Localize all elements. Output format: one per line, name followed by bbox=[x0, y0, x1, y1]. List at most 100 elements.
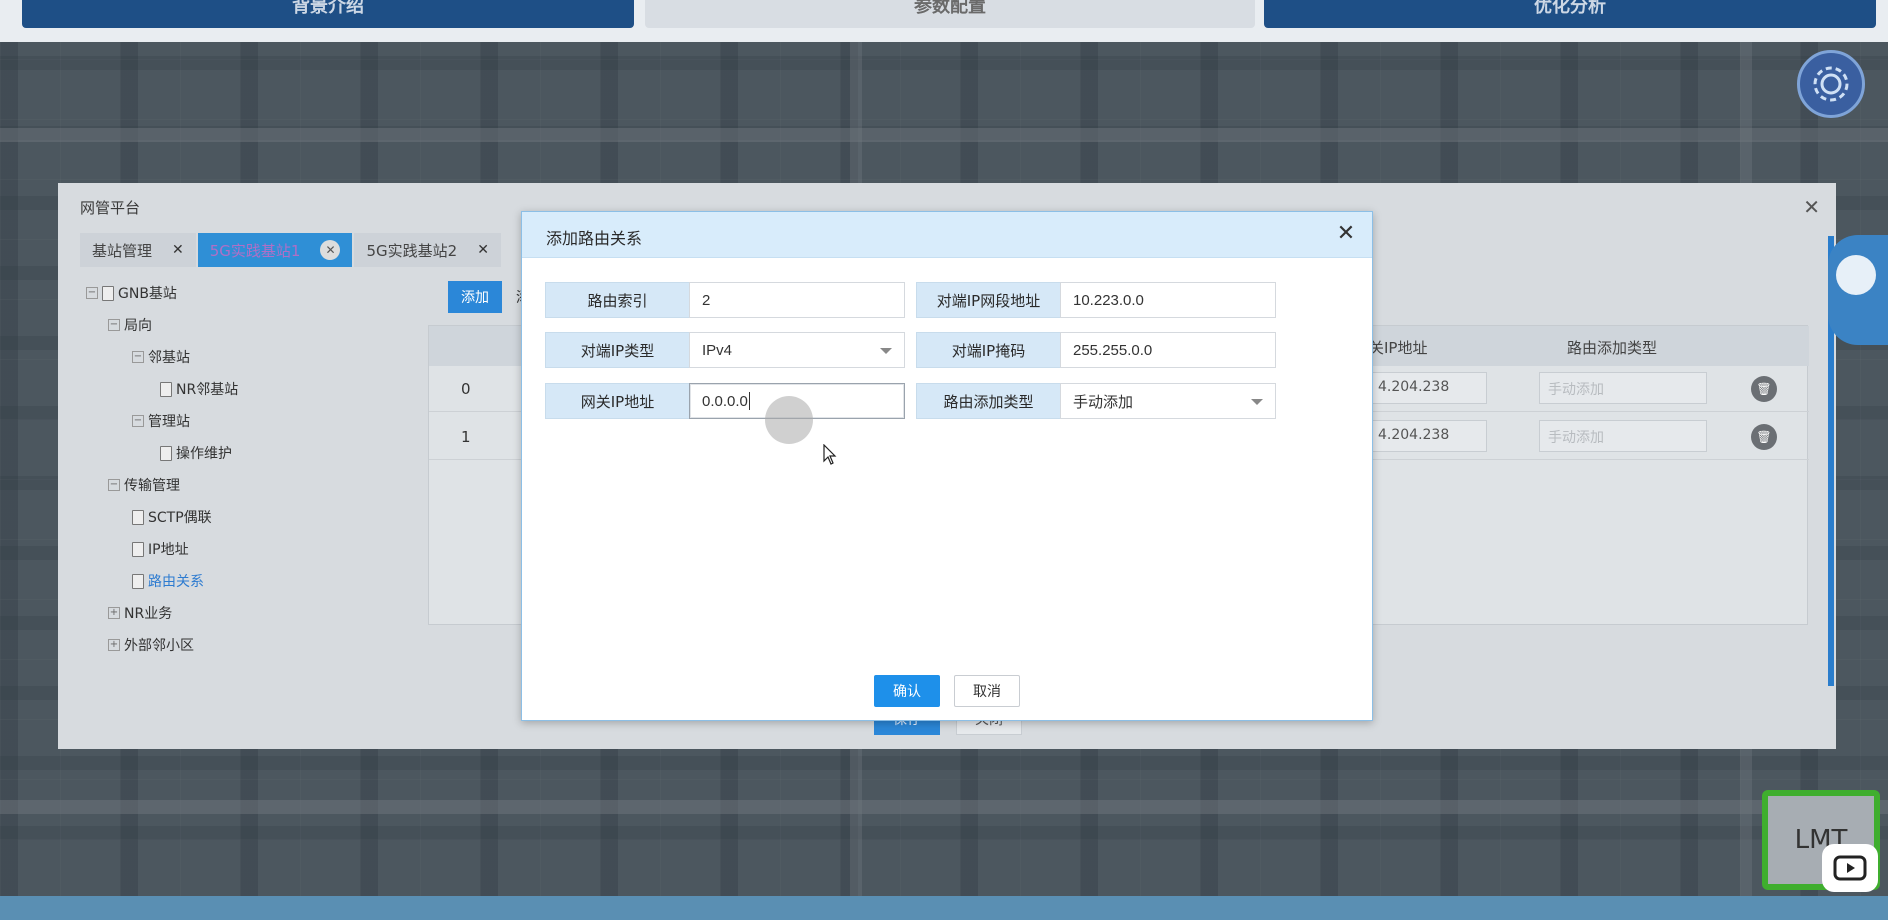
tree-node-label: NR邻基站 bbox=[176, 382, 239, 398]
document-icon bbox=[102, 285, 114, 301]
input-value: 0.0.0.0 bbox=[702, 392, 748, 410]
field-label: 路由索引 bbox=[545, 282, 689, 318]
tree-node-management-station[interactable]: − 管理站 bbox=[132, 411, 190, 431]
close-icon[interactable]: ✕ bbox=[477, 242, 489, 258]
tree-node-label: IP地址 bbox=[148, 542, 189, 558]
tree-node-label: 操作维护 bbox=[176, 446, 232, 462]
tab-label: 基站管理 bbox=[92, 241, 153, 260]
tree-node-neighbor-station[interactable]: − 邻基站 bbox=[132, 347, 190, 367]
tree-node-route-relation[interactable]: 路由关系 bbox=[132, 571, 204, 591]
click-indicator bbox=[765, 396, 813, 444]
field-peer-ip-segment: 对端IP网段地址 10.223.0.0 bbox=[916, 282, 1276, 318]
tab-5g-station-1[interactable]: 5G实践基站1 ✕ bbox=[197, 233, 353, 267]
tab-label: 5G实践基站2 bbox=[366, 241, 458, 260]
trash-icon[interactable]: 🗑 bbox=[1751, 376, 1777, 402]
field-label: 路由添加类型 bbox=[916, 383, 1060, 419]
field-peer-ip-type: 对端IP类型 IPv4 bbox=[545, 332, 905, 368]
window-close-icon[interactable]: ✕ bbox=[1803, 195, 1820, 219]
tree-node-transport[interactable]: − 传输管理 bbox=[108, 475, 180, 495]
tree-toggle-icon[interactable]: − bbox=[108, 479, 120, 491]
document-icon bbox=[132, 541, 144, 557]
tree-node-label: 路由关系 bbox=[148, 574, 204, 590]
tree-node-label: 邻基站 bbox=[148, 350, 190, 366]
assistant-robot[interactable] bbox=[1828, 235, 1888, 345]
tree-node-label: NR业务 bbox=[124, 606, 173, 622]
type-cell[interactable]: 手动添加 bbox=[1539, 372, 1707, 404]
document-icon bbox=[160, 381, 172, 397]
robot-face bbox=[1836, 255, 1876, 295]
peer-ip-mask-input[interactable]: 255.255.0.0 bbox=[1060, 332, 1276, 368]
tree-node-label: 传输管理 bbox=[124, 478, 180, 494]
document-icon bbox=[132, 509, 144, 525]
dialog-header: 添加路由关系 ✕ bbox=[522, 212, 1372, 258]
settings-button[interactable] bbox=[1797, 50, 1865, 118]
tree-node-label: GNB基站 bbox=[118, 286, 177, 302]
trash-icon[interactable]: 🗑 bbox=[1751, 424, 1777, 450]
field-label: 对端IP掩码 bbox=[916, 332, 1060, 368]
tree-node-gnb[interactable]: − GNB基站 bbox=[86, 283, 177, 303]
field-route-add-type: 路由添加类型 手动添加 bbox=[916, 383, 1276, 419]
window-title: 网管平台 bbox=[80, 199, 141, 217]
tree-toggle-icon[interactable]: − bbox=[86, 287, 98, 299]
peer-ip-segment-input[interactable]: 10.223.0.0 bbox=[1060, 282, 1276, 318]
field-route-index: 路由索引 2 bbox=[545, 282, 905, 318]
document-icon bbox=[160, 445, 172, 461]
tree-toggle-icon[interactable]: − bbox=[108, 319, 120, 331]
top-navigation: 背景介绍 参数配置 优化分析 bbox=[0, 0, 1888, 42]
field-gateway-ip: 网关IP地址 0.0.0.0 bbox=[545, 383, 905, 419]
nav-tab-background-intro[interactable]: 背景介绍 bbox=[22, 0, 634, 28]
field-label: 对端IP网段地址 bbox=[916, 282, 1060, 318]
tab-label: 5G实践基站1 bbox=[209, 241, 301, 260]
window-tabbar: 基站管理 ✕ 5G实践基站1 ✕ 5G实践基站2 ✕ bbox=[80, 233, 503, 267]
row-index: 0 bbox=[461, 380, 471, 398]
field-label: 网关IP地址 bbox=[545, 383, 689, 419]
tree-toggle-icon[interactable]: + bbox=[108, 607, 120, 619]
tab-5g-station-2[interactable]: 5G实践基站2 ✕ bbox=[354, 233, 501, 267]
dialog-title: 添加路由关系 bbox=[546, 229, 643, 248]
tree-toggle-icon[interactable]: − bbox=[132, 351, 144, 363]
tree-node-sctp[interactable]: SCTP偶联 bbox=[132, 507, 212, 527]
add-route-dialog: 添加路由关系 ✕ 路由索引 2 对端IP类型 IPv4 网关IP地址 0.0.0… bbox=[521, 211, 1373, 721]
play-button[interactable] bbox=[1822, 844, 1878, 892]
nav-tab-optimization-analysis[interactable]: 优化分析 bbox=[1264, 0, 1876, 28]
peer-ip-type-select[interactable]: IPv4 bbox=[689, 332, 905, 368]
text-caret bbox=[748, 392, 750, 410]
confirm-button[interactable]: 确认 bbox=[874, 675, 940, 707]
gateway-cell[interactable]: 4.204.238 bbox=[1369, 372, 1487, 404]
route-index-input[interactable]: 2 bbox=[689, 282, 905, 318]
tree-node-label: 局向 bbox=[124, 318, 152, 334]
row-index: 1 bbox=[461, 428, 471, 446]
close-icon[interactable]: ✕ bbox=[1334, 222, 1358, 246]
tree-node-direction[interactable]: − 局向 bbox=[108, 315, 152, 335]
tree-node-external-cell[interactable]: + 外部邻小区 bbox=[108, 635, 194, 655]
gear-icon bbox=[1813, 66, 1849, 102]
cancel-button[interactable]: 取消 bbox=[954, 675, 1020, 707]
field-peer-ip-mask: 对端IP掩码 255.255.0.0 bbox=[916, 332, 1276, 368]
bottom-strip bbox=[0, 896, 1888, 920]
play-icon bbox=[1833, 855, 1867, 881]
close-icon[interactable]: ✕ bbox=[320, 240, 341, 260]
tree-node-om[interactable]: 操作维护 bbox=[160, 443, 232, 463]
dropdown-arrow-icon[interactable] bbox=[1251, 399, 1263, 405]
add-button[interactable]: 添加 bbox=[448, 281, 502, 313]
route-add-type-select[interactable]: 手动添加 bbox=[1060, 383, 1276, 419]
document-icon bbox=[132, 573, 144, 589]
tree-toggle-icon[interactable]: − bbox=[132, 415, 144, 427]
column-header: 路由添加类型 bbox=[1567, 339, 1658, 357]
type-cell[interactable]: 手动添加 bbox=[1539, 420, 1707, 452]
gateway-cell[interactable]: 4.204.238 bbox=[1369, 420, 1487, 452]
tree-node-nr-neighbor[interactable]: NR邻基站 bbox=[160, 379, 238, 399]
tree-node-ip-address[interactable]: IP地址 bbox=[132, 539, 189, 559]
tree-node-label: 管理站 bbox=[148, 414, 190, 430]
tree-node-label: SCTP偶联 bbox=[148, 510, 212, 526]
tree-node-nr-service[interactable]: + NR业务 bbox=[108, 603, 172, 623]
tab-station-management[interactable]: 基站管理 ✕ bbox=[80, 233, 196, 267]
tree-toggle-icon[interactable]: + bbox=[108, 639, 120, 651]
dropdown-arrow-icon[interactable] bbox=[880, 348, 892, 354]
select-value: 手动添加 bbox=[1073, 393, 1134, 411]
tree-node-label: 外部邻小区 bbox=[124, 638, 194, 654]
select-value: IPv4 bbox=[702, 341, 733, 359]
close-icon[interactable]: ✕ bbox=[172, 242, 184, 258]
nav-tab-parameter-config[interactable]: 参数配置 bbox=[645, 0, 1255, 28]
column-header: 关IP地址 bbox=[1369, 339, 1428, 357]
